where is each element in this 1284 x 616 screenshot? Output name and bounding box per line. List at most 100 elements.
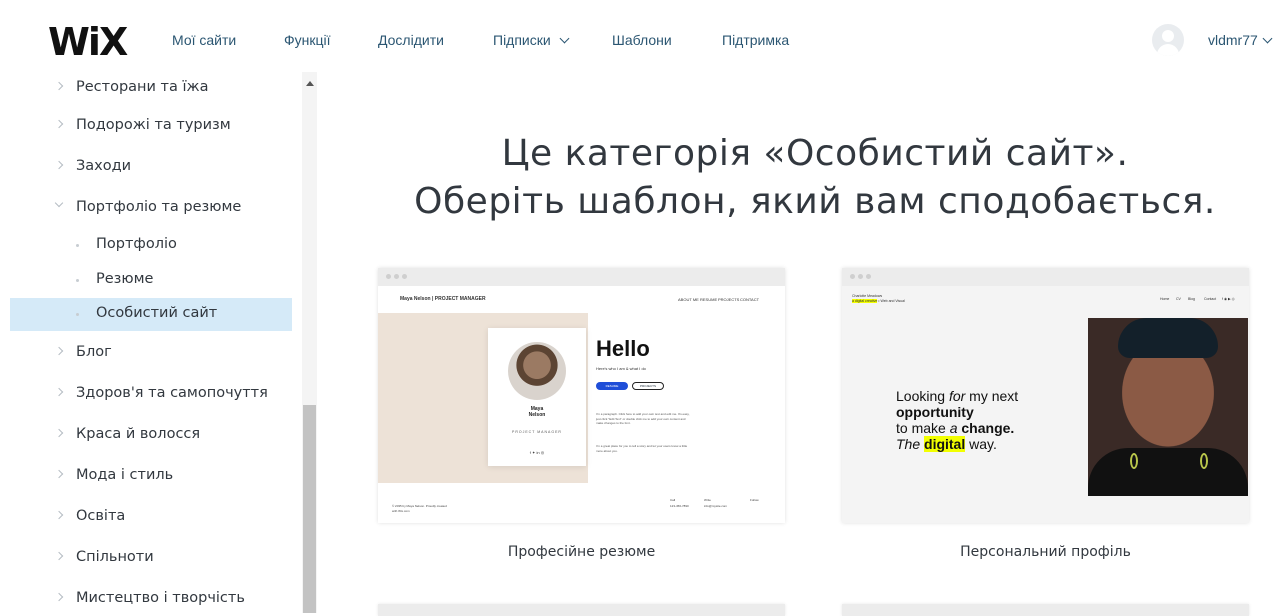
sidebar-item-education[interactable]: Освіта: [10, 501, 292, 534]
sidebar-item-portfolio-resume[interactable]: Портфоліо та резюме: [10, 192, 292, 225]
chevron-right-icon: [54, 510, 64, 520]
headline-part: a: [949, 420, 958, 436]
sidebar-item-restaurants[interactable]: Ресторани та їжа: [10, 72, 292, 105]
preview-nav-item: Blog: [1188, 297, 1196, 301]
template-card-partial[interactable]: [842, 604, 1249, 616]
preview-tagline-highlight: a digital creative: [852, 299, 878, 303]
sidebar-item-label: Ресторани та їжа: [76, 79, 209, 95]
preview-hello: Hello: [596, 336, 650, 361]
preview-portrait-photo: [1088, 318, 1248, 496]
sidebar-item-fashion[interactable]: Мода і стиль: [10, 460, 292, 493]
wix-logo[interactable]: WiX: [48, 20, 128, 64]
sidebar-item-label: Особистий сайт: [96, 305, 218, 321]
chevron-right-icon: [54, 160, 64, 170]
nav-plans-label: Підписки: [493, 32, 551, 48]
nav-features[interactable]: Функції: [284, 32, 331, 48]
preview-footer-follow-label: Follow: [750, 498, 759, 502]
earring-icon: [1130, 453, 1138, 469]
preview-header: Charlotte Meadows a digital creative • W…: [852, 294, 905, 304]
sidebar-subitem-resume[interactable]: Резюме: [10, 264, 292, 297]
preview-footer-write-label: Write: [704, 498, 711, 502]
category-sidebar: Ресторани та їжа Подорожі та туризм Захо…: [10, 72, 317, 616]
template-preview: Maya Nelson | PROJECT MANAGER ABOUT ME R…: [378, 286, 785, 523]
preview-footer-phone: 123-456-7890: [670, 504, 689, 508]
sidebar-item-label: Здоров'я та самопочуття: [76, 385, 268, 401]
preview-headline: Looking for my next opportunity to make …: [896, 388, 1018, 452]
avatar[interactable]: [1152, 24, 1184, 56]
sidebar-item-label: Краса й волосся: [76, 426, 201, 442]
sidebar-item-beauty[interactable]: Краса й волосся: [10, 419, 292, 452]
headline-part: way.: [965, 436, 997, 452]
preview-nav-item: Contact: [1204, 297, 1217, 301]
chevron-down-icon: [559, 33, 570, 44]
preview-social-icons: f ✦ in ◎: [529, 450, 545, 455]
page-subtitle: Оберіть шаблон, який вам сподобається.: [414, 181, 1216, 222]
preview-nav-item: ABOUT ME: [678, 297, 699, 302]
chevron-right-icon: [54, 592, 64, 602]
preview-subtitle: Here's who I am & what I do: [596, 366, 646, 371]
sidebar-subitem-portfolio[interactable]: Портфоліо: [10, 229, 292, 262]
sidebar-item-art[interactable]: Мистецтво і творчість: [10, 583, 292, 616]
sidebar-item-events[interactable]: Заходи: [10, 151, 292, 184]
sidebar-item-label: Освіта: [76, 508, 126, 524]
portrait-shirt: [1088, 448, 1248, 496]
chevron-right-icon: [54, 428, 64, 438]
template-preview: Charlotte Meadows a digital creative • W…: [842, 286, 1249, 523]
nav-my-sites[interactable]: Мої сайти: [172, 32, 236, 48]
nav-templates[interactable]: Шаблони: [612, 32, 672, 48]
preview-tagline-rest: • Web and Visual: [877, 299, 905, 303]
browser-chrome: [378, 268, 785, 286]
sidebar-item-blog[interactable]: Блог: [10, 337, 292, 370]
sidebar-scrollbar-thumb[interactable]: [303, 405, 316, 613]
sidebar-item-label: Портфоліо та резюме: [76, 199, 242, 215]
page-title: Це категорія «Особистий сайт».: [501, 133, 1129, 174]
browser-chrome: [842, 268, 1249, 286]
template-card-profile[interactable]: Charlotte Meadows a digital creative • W…: [842, 268, 1249, 523]
sidebar-item-label: Блог: [76, 344, 112, 360]
template-title-profile[interactable]: Персональний профіль: [842, 544, 1249, 560]
bullet-icon: [76, 244, 79, 247]
sidebar-item-health[interactable]: Здоров'я та самопочуття: [10, 378, 292, 411]
sidebar-item-label: Мода і стиль: [76, 467, 174, 483]
earring-icon: [1200, 453, 1208, 469]
chevron-down-icon: [1262, 33, 1273, 44]
headline-part: Looking: [896, 388, 949, 404]
bullet-icon: [76, 313, 79, 316]
preview-social-icons: f ◉ ▶ ◎: [1222, 297, 1235, 301]
headline-highlight: digital: [924, 436, 966, 452]
user-menu[interactable]: vldmr77: [1208, 32, 1273, 48]
preview-footer-email: info@mysite.com: [704, 504, 728, 508]
headline-part: my next: [965, 388, 1019, 404]
headline-part: The: [896, 436, 925, 452]
chevron-right-icon: [54, 81, 64, 91]
sidebar-item-label: Подорожі та туризм: [76, 117, 231, 133]
template-card-partial[interactable]: [378, 604, 785, 616]
preview-nav-item: Home: [1160, 297, 1170, 301]
sidebar-item-label: Резюме: [96, 271, 154, 287]
sidebar-item-label: Спільноти: [76, 549, 154, 565]
nav-explore[interactable]: Дослідити: [378, 32, 444, 48]
headline-part: for: [948, 388, 966, 404]
nav-plans[interactable]: Підписки: [493, 32, 570, 48]
headline-part: opportunity: [896, 404, 974, 420]
portrait-hair: [1118, 318, 1218, 358]
chevron-right-icon: [54, 346, 64, 356]
preview-logo: Maya Nelson | PROJECT MANAGER: [400, 296, 486, 302]
sidebar-item-label: Портфоліо: [96, 236, 177, 252]
avatar-body: [1157, 44, 1179, 56]
preview-name: Maya Nelson: [488, 406, 586, 418]
template-title-resume[interactable]: Професійне резюме: [378, 544, 785, 560]
bullet-icon: [76, 279, 79, 282]
sidebar-item-label: Мистецтво і творчість: [76, 590, 245, 606]
nav-support[interactable]: Підтримка: [722, 32, 789, 48]
sidebar-item-travel[interactable]: Подорожі та туризм: [10, 110, 292, 143]
chevron-down-icon: [54, 198, 64, 208]
scroll-up-arrow-icon[interactable]: [306, 81, 314, 86]
chevron-right-icon: [54, 119, 64, 129]
preview-profile-card: Maya Nelson PROJECT MANAGER f ✦ in ◎: [488, 328, 586, 466]
sidebar-item-communities[interactable]: Спільноти: [10, 542, 292, 575]
preview-paragraph: I'm a paragraph. Click here to add your …: [596, 412, 690, 425]
avatar-head: [1162, 30, 1174, 42]
sidebar-subitem-personal-site[interactable]: Особистий сайт: [10, 298, 292, 331]
template-card-resume[interactable]: Maya Nelson | PROJECT MANAGER ABOUT ME R…: [378, 268, 785, 523]
